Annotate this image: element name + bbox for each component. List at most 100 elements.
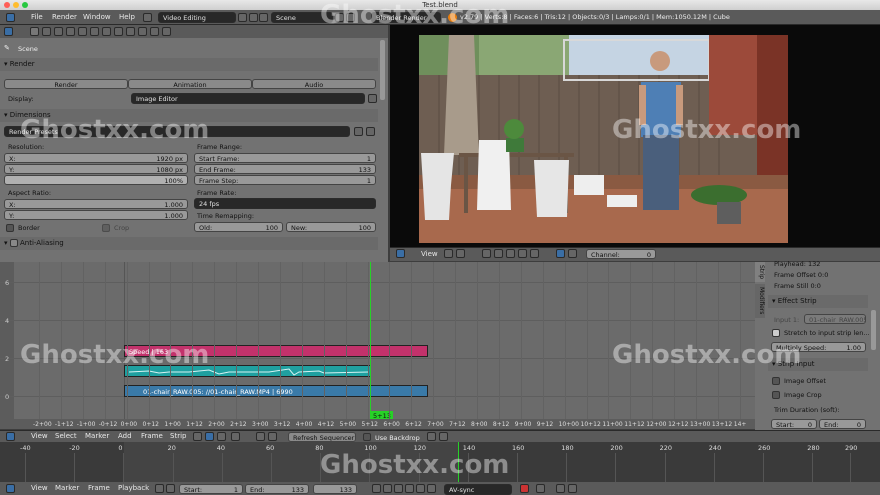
object-tab-icon[interactable] (78, 27, 87, 36)
modifiers-tab-icon[interactable] (102, 27, 111, 36)
texture-tab-icon[interactable] (138, 27, 147, 36)
display-mode-icon[interactable] (456, 249, 465, 258)
next-keyframe-icon[interactable] (416, 484, 425, 493)
play-icon[interactable] (405, 484, 414, 493)
resolution-percentage-slider[interactable]: 100% (4, 175, 188, 185)
channel-alpha-icon[interactable] (518, 249, 527, 258)
keying-set-icon[interactable] (536, 484, 545, 493)
tl-menu-frame[interactable]: Frame (88, 482, 110, 495)
record-icon[interactable] (520, 484, 529, 493)
zoom-window-icon[interactable] (22, 2, 28, 8)
refresh-sequencer-button[interactable]: Refresh Sequencer (288, 432, 356, 442)
safe-area-icon[interactable] (568, 249, 577, 258)
tl-menu-marker[interactable]: Marker (55, 482, 79, 495)
layers-tab-icon[interactable] (42, 27, 51, 36)
antialiasing-panel-header[interactable]: ▾ Anti-Aliasing (0, 237, 378, 250)
layout-selector[interactable]: Video Editing (158, 12, 236, 23)
insert-keyframe-icon[interactable] (556, 484, 565, 493)
channel-red-icon[interactable] (482, 249, 491, 258)
render-tab-icon[interactable] (30, 27, 39, 36)
remove-layout-icon[interactable] (249, 13, 258, 22)
sequencer-editor-type-icon[interactable] (6, 432, 15, 441)
frame-rate-dropdown[interactable]: 24 fps (194, 198, 376, 209)
ruler-icon[interactable] (256, 432, 265, 441)
menu-help[interactable]: Help (119, 11, 135, 24)
tl-menu-playback[interactable]: Playback (118, 482, 149, 495)
preview-range-icon[interactable] (155, 484, 164, 493)
sequencer-both-icon[interactable] (217, 432, 226, 441)
time-new-field[interactable]: New: 100 (286, 222, 376, 232)
lock-range-icon[interactable] (166, 484, 175, 493)
tl-menu-view[interactable]: View (31, 482, 48, 495)
current-frame-field[interactable]: 133 (313, 484, 357, 494)
resolution-y-field[interactable]: Y: 1080 px (4, 164, 188, 174)
use-backdrop-checkbox[interactable] (363, 433, 371, 441)
jump-start-icon[interactable] (372, 484, 381, 493)
scene-icon[interactable] (259, 13, 268, 22)
crop-checkbox[interactable] (102, 224, 110, 232)
preview-editor-type-icon[interactable] (396, 249, 405, 258)
image-crop-checkbox[interactable] (772, 391, 780, 399)
timeline-start-field[interactable]: Start: 1 (179, 484, 243, 494)
delete-keyframe-icon[interactable] (568, 484, 577, 493)
minimize-window-icon[interactable] (13, 2, 19, 8)
playhead-line[interactable] (370, 262, 371, 419)
sidebar-scrollbar[interactable] (871, 310, 876, 350)
channel-field[interactable]: Channel: 0 (586, 249, 656, 259)
add-preset-icon[interactable] (354, 127, 363, 136)
overlay-icon[interactable] (427, 432, 436, 441)
menu-render[interactable]: Render (52, 11, 77, 24)
backdrop-icon[interactable] (439, 432, 448, 441)
audio-button[interactable]: Audio (252, 79, 376, 89)
pin-icon[interactable]: ✎ (4, 44, 12, 52)
sync-mode-dropdown[interactable]: AV-sync (444, 484, 512, 495)
border-checkbox[interactable] (6, 224, 14, 232)
antialiasing-checkbox[interactable] (9, 239, 18, 247)
physics-tab-icon[interactable] (162, 27, 171, 36)
trim-end-field[interactable]: End: 0 (819, 419, 866, 429)
aspect-y-field[interactable]: Y: 1.000 (4, 210, 188, 220)
view-type-icon[interactable] (444, 249, 453, 258)
trim-start-field[interactable]: Start: 0 (771, 419, 817, 429)
properties-scrollbar[interactable] (380, 40, 385, 100)
add-layout-icon[interactable] (238, 13, 247, 22)
frame-step-field[interactable]: Frame Step: 1 (194, 175, 376, 185)
prev-keyframe-icon[interactable] (383, 484, 392, 493)
channel-rgb-icon[interactable] (530, 249, 539, 258)
end-frame-field[interactable]: End Frame: 133 (194, 164, 376, 174)
animation-button[interactable]: Animation (128, 79, 252, 89)
data-tab-icon[interactable] (114, 27, 123, 36)
sequencer-preview-icon[interactable] (205, 432, 214, 441)
input1-field[interactable]: 01-chair_RAW.005 (804, 314, 866, 324)
sequencer-view-icon[interactable] (193, 432, 202, 441)
image-offset-checkbox[interactable] (772, 377, 780, 385)
menu-window[interactable]: Window (83, 11, 111, 24)
resolution-x-field[interactable]: X: 1920 px (4, 153, 188, 163)
close-window-icon[interactable] (4, 2, 10, 8)
screen-layout-icon[interactable] (143, 13, 152, 22)
constraints-tab-icon[interactable] (90, 27, 99, 36)
editor-type-icon[interactable] (6, 13, 15, 22)
aspect-x-field[interactable]: X: 1.000 (4, 199, 188, 209)
tab-modifiers[interactable]: Modifiers (755, 284, 765, 318)
scene-tab-icon[interactable] (54, 27, 63, 36)
time-old-field[interactable]: Old: 100 (194, 222, 283, 232)
remove-preset-icon[interactable] (366, 127, 375, 136)
preview-view-menu[interactable]: View (421, 248, 438, 261)
tab-strip[interactable]: Strip (755, 262, 765, 282)
render-button[interactable]: Render (4, 79, 128, 89)
channel-green-icon[interactable] (494, 249, 503, 258)
lock-interface-icon[interactable] (368, 94, 377, 103)
channel-display-icon[interactable] (231, 432, 240, 441)
play-reverse-icon[interactable] (394, 484, 403, 493)
world-tab-icon[interactable] (66, 27, 75, 36)
effect-strip-panel-header[interactable]: ▾ Effect Strip (768, 295, 868, 308)
start-frame-field[interactable]: Start Frame: 1 (194, 153, 376, 163)
channel-blue-icon[interactable] (506, 249, 515, 258)
proxy-icon[interactable] (556, 249, 565, 258)
timeline-end-field[interactable]: End: 133 (245, 484, 309, 494)
render-panel-header[interactable]: ▾ Render (0, 58, 378, 71)
menu-file[interactable]: File (31, 11, 43, 24)
stretch-checkbox[interactable] (772, 329, 780, 337)
jump-end-icon[interactable] (427, 484, 436, 493)
